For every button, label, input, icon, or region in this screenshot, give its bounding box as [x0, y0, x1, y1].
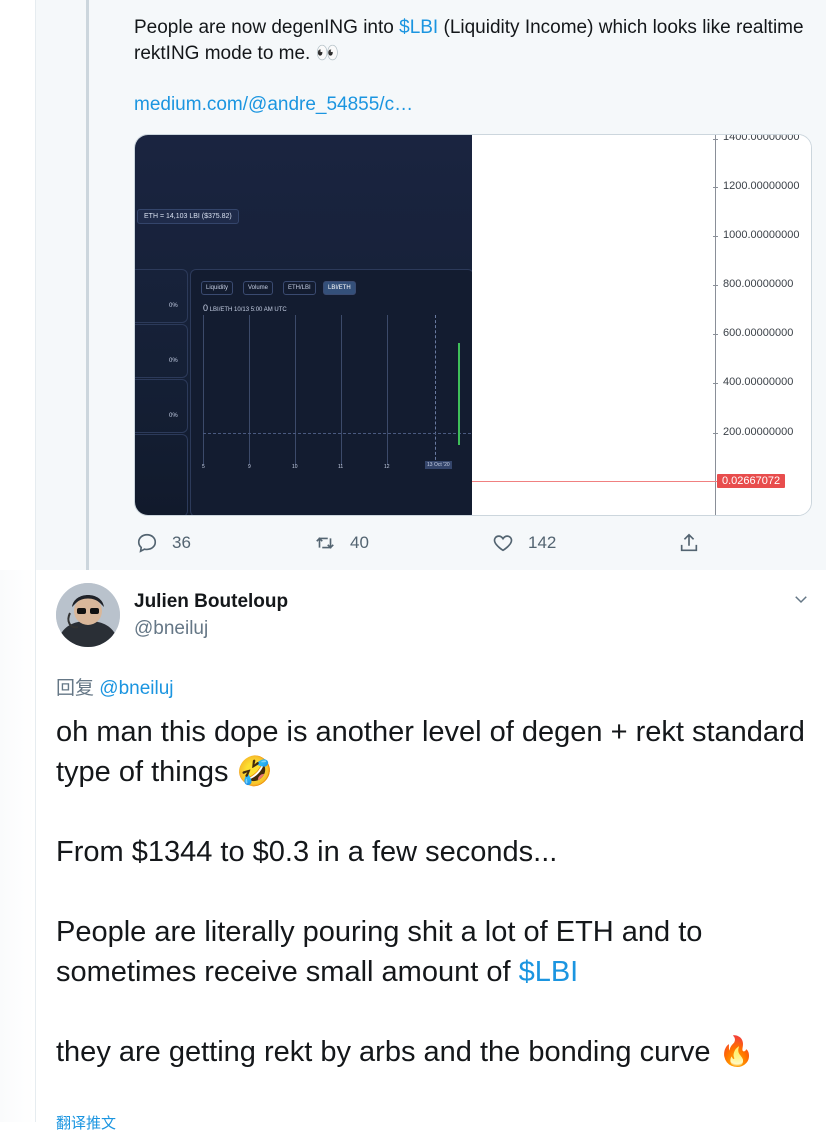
x-tick-label: 10 — [292, 464, 298, 470]
percent-label: 0% — [169, 413, 178, 419]
reply-prefix: 回复 — [56, 678, 100, 699]
reply-button[interactable]: 36 — [136, 530, 191, 556]
y-tick — [713, 334, 718, 335]
percent-label: 0% — [169, 303, 178, 309]
y-tick — [713, 285, 718, 286]
stat-box — [135, 379, 188, 433]
stat-box — [135, 324, 188, 378]
tweet-line: From $1344 to $0.3 in a few seconds... — [56, 836, 558, 868]
tab-lbi-eth: LBI/ETH — [323, 281, 356, 295]
author-name[interactable]: Julien Bouteloup — [134, 591, 288, 613]
current-price-line — [472, 481, 717, 482]
crosshair-line — [435, 315, 437, 465]
y-axis-label: 1200.00000000 — [723, 180, 800, 192]
x-tick-label: 11 — [338, 464, 344, 470]
reply-to-handle-link[interactable]: @bneiluj — [99, 678, 173, 699]
price-axis-pane — [472, 135, 811, 515]
tab-volume: Volume — [243, 281, 274, 295]
like-button[interactable]: 142 — [492, 530, 556, 556]
grid-line — [387, 315, 388, 465]
y-axis-label: 400.00000000 — [723, 376, 794, 388]
dark-chart-pane: ETH = 14,103 LBI ($375.82) 0% 0% 0% Liqu… — [135, 135, 474, 515]
percent-label: 0% — [169, 358, 178, 364]
reply-count: 36 — [172, 533, 191, 552]
grid-line — [295, 315, 296, 465]
y-axis-label: 200.00000000 — [723, 426, 794, 438]
cashtag-link[interactable]: $LBI — [519, 956, 579, 988]
share-button[interactable] — [678, 530, 714, 556]
tweet-line: People are literally pouring shit a lot … — [56, 912, 816, 992]
tweet-line: oh man this dope is another level of deg… — [56, 716, 805, 788]
price-candle — [458, 343, 460, 445]
y-tick — [713, 383, 718, 384]
translate-tweet-link[interactable]: 翻译推文 — [56, 1112, 116, 1133]
y-axis-label: 600.00000000 — [723, 327, 794, 339]
avatar[interactable] — [56, 583, 120, 647]
y-tick — [713, 139, 718, 140]
heart-icon — [493, 535, 513, 552]
current-price-tag: 0.02667072 — [717, 474, 786, 488]
y-axis-label: 800.00000000 — [723, 278, 794, 290]
side-gutter — [0, 570, 35, 1122]
chevron-down-icon — [795, 596, 807, 604]
avatar-image — [56, 583, 120, 647]
x-tick-label: 12 — [384, 464, 390, 470]
x-tick-label: 5 — [202, 464, 205, 470]
like-count: 142 — [528, 533, 557, 552]
share-icon — [680, 533, 698, 552]
replying-to: 回复 @bneiluj — [56, 673, 174, 700]
reply-icon — [137, 533, 157, 553]
chart-subheader-value: 0 — [203, 303, 209, 313]
tab-liquidity: Liquidity — [201, 281, 234, 295]
y-tick — [713, 236, 718, 237]
tweet-line: they are getting rekt by arbs and the bo… — [56, 1036, 755, 1068]
grid-line — [249, 315, 250, 465]
author-handle[interactable]: @bneiluj — [134, 618, 208, 640]
stat-box — [135, 434, 188, 515]
chart-subheader-label: LBI/ETH 10/13 5:00 AM UTC — [209, 307, 287, 313]
y-tick — [713, 433, 718, 434]
grid-line — [203, 315, 204, 465]
y-tick — [713, 187, 718, 188]
tweet-line-text: People are literally pouring shit a lot … — [56, 916, 703, 988]
article-link[interactable]: medium.com/@andre_54855/c… — [134, 94, 413, 116]
y-axis-label: 1000.00000000 — [723, 229, 800, 241]
thread-connector-line — [86, 0, 89, 570]
retweet-button[interactable]: 40 — [314, 530, 369, 556]
eth-rate-pill: ETH = 14,103 LBI ($375.82) — [137, 209, 239, 224]
timeline-border — [35, 0, 36, 1122]
tweet-menu-button[interactable] — [792, 590, 810, 613]
chart-image-card[interactable]: ETH = 14,103 LBI ($375.82) 0% 0% 0% Liqu… — [134, 134, 812, 516]
x-tick-label: 13 Oct '20 — [425, 461, 452, 469]
x-tick-label: 9 — [248, 464, 251, 470]
retweet-icon — [316, 537, 334, 549]
retweet-count: 40 — [350, 533, 369, 552]
cashtag-link[interactable]: $LBI — [399, 17, 438, 38]
tab-eth-lbi: ETH/LBI — [283, 281, 316, 295]
grid-line — [341, 315, 342, 465]
y-axis-line — [715, 135, 716, 515]
quoted-text-part: People are now degenING into — [134, 17, 400, 38]
y-axis-label: 1400.00000000 — [723, 134, 800, 143]
tweet-body: oh man this dope is another level of deg… — [56, 712, 816, 1072]
crosshair-horizontal — [203, 433, 471, 434]
chart-subheader: 0 LBI/ETH 10/13 5:00 AM UTC — [203, 303, 287, 313]
stat-box — [135, 269, 188, 323]
quoted-tweet-text: People are now degenING into $LBI (Liqui… — [134, 15, 814, 67]
